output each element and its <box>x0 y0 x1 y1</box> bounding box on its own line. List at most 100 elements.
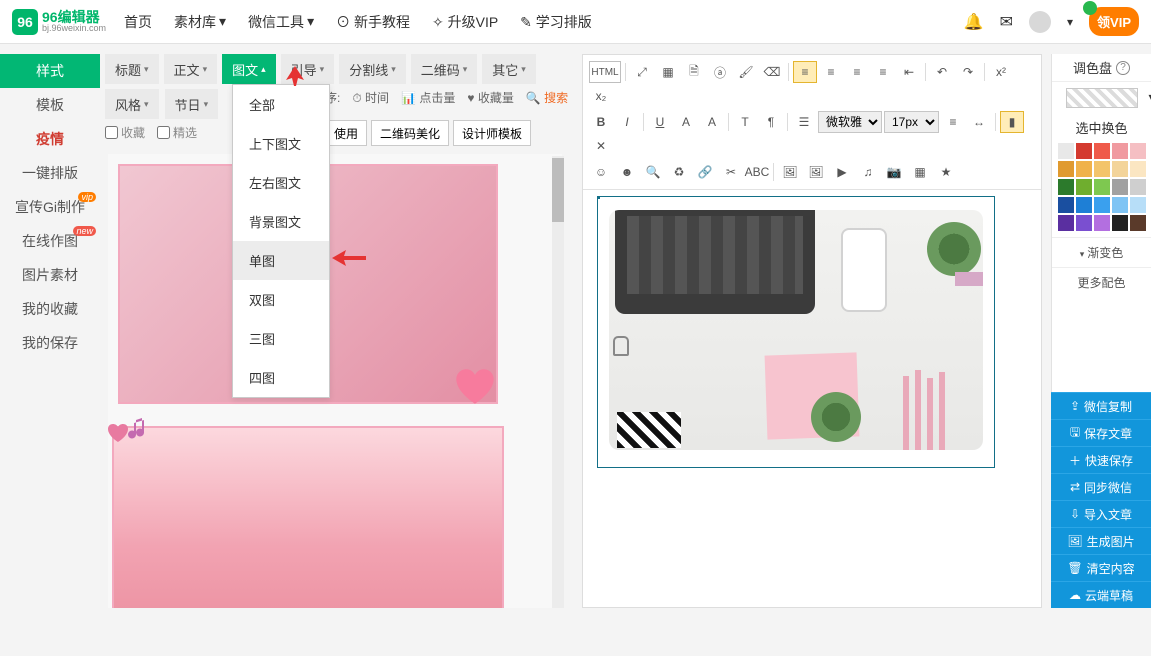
line-height-icon[interactable]: ≡ <box>941 111 965 133</box>
page-icon[interactable]: 🗎 <box>682 61 706 83</box>
check-fav[interactable]: 收藏 <box>105 124 145 141</box>
nav-learn-layout[interactable]: ✎ 学习排版 <box>520 12 592 32</box>
color-swatch[interactable] <box>1094 197 1110 213</box>
indent-icon[interactable]: ⇤ <box>897 61 921 83</box>
align-left-icon[interactable]: ≡ <box>793 61 817 83</box>
left-tab[interactable]: 一键排版 <box>0 156 100 190</box>
color-swatch[interactable] <box>1130 143 1146 159</box>
color-swatch[interactable] <box>1058 197 1074 213</box>
color-swatch[interactable] <box>1112 161 1128 177</box>
inserted-image[interactable] <box>609 210 983 450</box>
audio-icon[interactable]: ♫ <box>856 161 880 183</box>
align-justify-icon[interactable]: ≡ <box>871 61 895 83</box>
preview-icon[interactable]: ▦ <box>656 61 680 83</box>
color-swatch[interactable] <box>1058 143 1074 159</box>
html-button[interactable]: HTML <box>589 61 621 83</box>
sort-clicks[interactable]: 📊 点击量 <box>401 89 455 106</box>
category-button[interactable]: 其它▾ <box>482 54 536 84</box>
dropdown-item[interactable]: 三图 <box>233 319 329 358</box>
gradient-link[interactable]: ▾渐变色 <box>1052 237 1151 267</box>
dropdown-item[interactable]: 四图 <box>233 358 329 397</box>
logo[interactable]: 96 96编辑器 bj.96weixin.com <box>12 9 106 35</box>
spacing-icon[interactable]: ↔ <box>967 111 991 133</box>
font-select[interactable]: 微软雅黑 <box>818 111 882 133</box>
action-button[interactable]: ☁云端草稿 <box>1051 581 1151 608</box>
camera-icon[interactable]: 📷 <box>882 161 906 183</box>
sort-time[interactable]: ⏱ 时间 <box>352 89 389 106</box>
filter-festival[interactable]: 节日▾ <box>165 89 219 119</box>
brush-icon[interactable]: 🖌 <box>734 61 758 83</box>
more-colors-link[interactable]: 更多配色 <box>1052 267 1151 297</box>
text-icon[interactable]: T <box>733 111 757 133</box>
color-swatch[interactable] <box>1130 161 1146 177</box>
paragraph-icon[interactable]: ¶ <box>759 111 783 133</box>
font-color-icon[interactable]: A <box>700 111 724 133</box>
action-button[interactable]: ＋快速保存 <box>1051 446 1151 473</box>
action-button[interactable]: 🗑清空内容 <box>1051 554 1151 581</box>
color-swatch[interactable] <box>1130 215 1146 231</box>
unlink-icon[interactable]: ✂ <box>719 161 743 183</box>
left-tab[interactable]: 我的收藏 <box>0 292 100 326</box>
dropdown-item[interactable]: 全部 <box>233 85 329 124</box>
dropdown-item[interactable]: 上下图文 <box>233 124 329 163</box>
superscript-icon[interactable]: x² <box>989 61 1013 83</box>
dropdown-item[interactable]: 双图 <box>233 280 329 319</box>
nav-wechat-tools[interactable]: 微信工具 ▾ <box>248 12 314 32</box>
align-center-icon[interactable]: ≡ <box>819 61 843 83</box>
color-swatch[interactable] <box>1076 215 1092 231</box>
template-card[interactable] <box>112 426 504 608</box>
category-button[interactable]: 图文▴ <box>222 54 276 84</box>
image-icon[interactable]: 🖼 <box>778 161 802 183</box>
mail-icon[interactable]: ✉ <box>1000 12 1013 32</box>
emoji-icon[interactable]: ★ <box>934 161 958 183</box>
underline-icon[interactable]: U <box>648 111 672 133</box>
dropdown-item[interactable]: 背景图文 <box>233 202 329 241</box>
clear-format-icon[interactable]: ✕ <box>589 135 613 157</box>
sort-favs[interactable]: ♥ 收藏量 <box>467 89 513 106</box>
category-button[interactable]: 分割线▾ <box>339 54 406 84</box>
color-swatch[interactable] <box>1094 143 1110 159</box>
link-icon[interactable]: 🔗 <box>693 161 717 183</box>
color-swatch[interactable] <box>1112 179 1128 195</box>
action-button[interactable]: 🖫保存文章 <box>1051 419 1151 446</box>
left-tab[interactable]: 我的保存 <box>0 326 100 360</box>
left-tab[interactable]: 模板 <box>0 88 100 122</box>
editor-canvas[interactable] <box>583 190 1041 656</box>
left-tab[interactable]: 样式 <box>0 54 100 88</box>
search-icon[interactable]: 🔍 <box>641 161 665 183</box>
dropdown-item[interactable]: 单图 <box>233 241 329 280</box>
face2-icon[interactable]: ☻ <box>615 161 639 183</box>
color-swatch[interactable] <box>1076 161 1092 177</box>
template-scrollbar-thumb[interactable] <box>552 158 564 222</box>
face1-icon[interactable]: ☺ <box>589 161 613 183</box>
color-swatch[interactable] <box>1112 197 1128 213</box>
align-right-icon[interactable]: ≡ <box>845 61 869 83</box>
eraser-icon[interactable]: ⌫ <box>760 61 784 83</box>
image2-icon[interactable]: 🖼 <box>804 161 828 183</box>
video-icon[interactable]: ▶ <box>830 161 854 183</box>
color-swatch[interactable] <box>1094 215 1110 231</box>
action-button[interactable]: ⇪微信复制 <box>1051 392 1151 419</box>
dropdown-item[interactable]: 左右图文 <box>233 163 329 202</box>
code-icon[interactable]: ⓐ <box>708 61 732 83</box>
italic-icon[interactable]: I <box>615 111 639 133</box>
action-button[interactable]: 🖼生成图片 <box>1051 527 1151 554</box>
highlight-icon[interactable]: ▮ <box>1000 111 1024 133</box>
nav-materials[interactable]: 素材库 ▾ <box>174 12 226 32</box>
avatar[interactable] <box>1029 11 1051 33</box>
color-swatch[interactable] <box>1076 197 1092 213</box>
undo-icon[interactable]: ↶ <box>930 61 954 83</box>
chevron-down-icon[interactable]: ▾ <box>1067 15 1073 29</box>
chip-qr-beautify[interactable]: 二维码美化 <box>371 120 449 146</box>
current-color-swatch[interactable]: ▾ <box>1066 88 1138 108</box>
chip-recent-use[interactable]: 使用 <box>325 120 367 146</box>
expand-icon[interactable]: ⤢ <box>630 61 654 83</box>
action-button[interactable]: ⇄同步微信 <box>1051 473 1151 500</box>
nav-tutorial[interactable]: ⊙ 新手教程 <box>336 12 410 32</box>
action-button[interactable]: ⇩导入文章 <box>1051 500 1151 527</box>
redo-icon[interactable]: ↷ <box>956 61 980 83</box>
color-swatch[interactable] <box>1112 215 1128 231</box>
bell-icon[interactable]: 🔔 <box>964 12 984 32</box>
table-icon[interactable]: ▦ <box>908 161 932 183</box>
check-featured[interactable]: 精选 <box>157 124 197 141</box>
